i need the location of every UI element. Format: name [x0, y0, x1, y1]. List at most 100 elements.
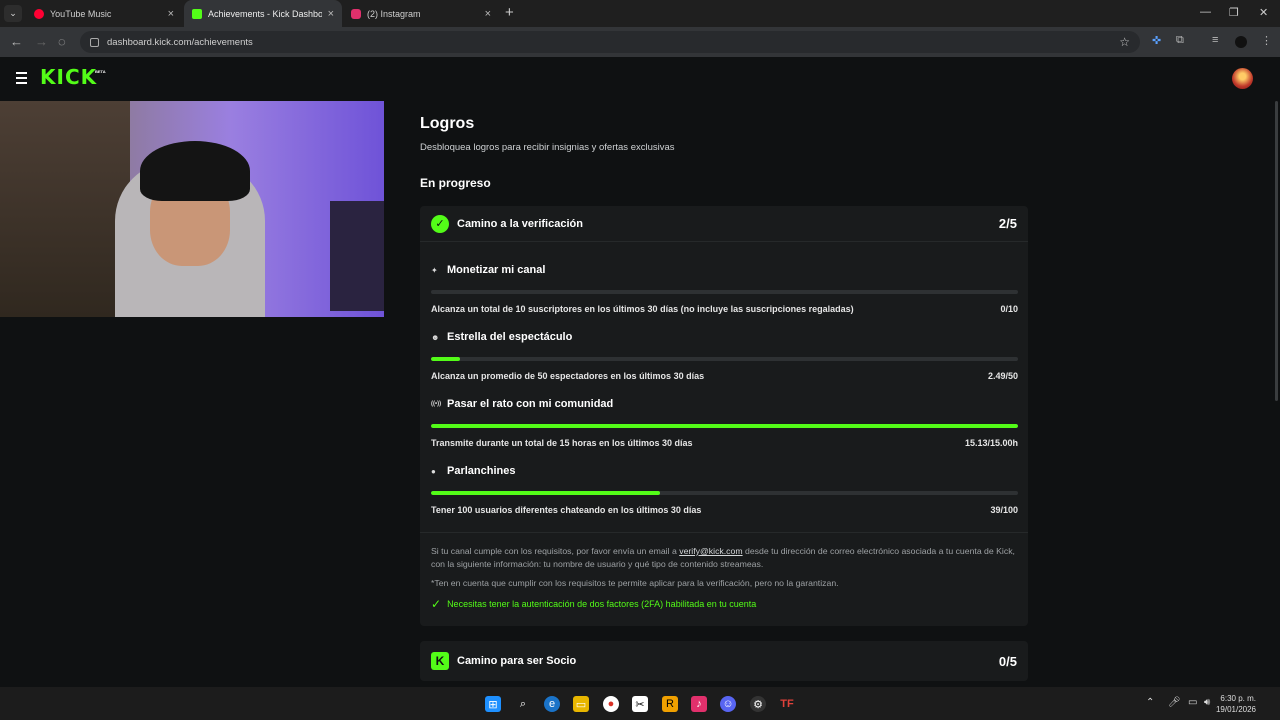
address-bar[interactable]: dashboard.kick.com/achievements ☆	[80, 31, 1140, 53]
user-avatar[interactable]	[1232, 68, 1253, 89]
extension-icon[interactable]: ✜	[1152, 34, 1161, 47]
task-description: Alcanza un total de 10 suscriptores en l…	[431, 304, 854, 314]
clock-time: 6:30 p. m.	[1220, 694, 1256, 703]
progress-bar	[431, 491, 1018, 495]
webcam-overlay	[0, 101, 384, 317]
close-icon[interactable]: ×	[328, 8, 334, 20]
task-progress: 0/10	[1000, 304, 1018, 314]
system-clock[interactable]: 6:30 p. m. 19/01/2026	[1216, 693, 1256, 715]
search-icon[interactable]: ⌕	[515, 696, 531, 712]
twofa-text: Necesitas tener la autenticación de dos …	[447, 599, 757, 609]
loading-icon[interactable]: ◌	[58, 34, 66, 49]
minimize-button[interactable]: —	[1200, 6, 1211, 18]
settings-gear-icon[interactable]: ⚙	[750, 696, 766, 712]
close-icon[interactable]: ×	[485, 8, 491, 20]
volume-icon[interactable]: 🔊︎	[1204, 697, 1210, 708]
tab-label: (2) Instagram	[367, 8, 421, 19]
bookmark-star-icon[interactable]: ☆	[1119, 35, 1130, 49]
tab-youtube-music[interactable]: YouTube Music ×	[26, 0, 182, 27]
task-monetize: ✦ Monetizar mi canal Alcanza un total de…	[431, 263, 1018, 314]
chrome-icon[interactable]: ●	[603, 696, 619, 712]
discord-icon[interactable]: ☺	[720, 696, 736, 712]
new-tab-button[interactable]: +	[505, 4, 514, 21]
task-progress: 39/100	[990, 505, 1018, 515]
back-button[interactable]: ←	[10, 34, 23, 49]
card-title: Camino a la verificación	[457, 217, 583, 230]
verification-info: Si tu canal cumple con los requisitos, p…	[431, 545, 1021, 571]
progress-fill	[431, 357, 461, 361]
close-icon[interactable]: ×	[168, 8, 174, 20]
kick-favicon-icon	[192, 8, 202, 19]
page-subtitle: Desbloquea logros para recibir insignias…	[420, 142, 675, 153]
progress-fill	[431, 424, 1018, 428]
tab-kick-dashboard[interactable]: Achievements - Kick Dashboard ×	[184, 0, 342, 27]
extensions-puzzle-icon[interactable]: ⧉	[1176, 34, 1184, 47]
partner-card: K Camino para ser Socio 0/5	[420, 641, 1028, 681]
broadcast-icon: ((•))	[431, 401, 442, 407]
profile-avatar[interactable]	[1235, 36, 1247, 48]
kick-k-icon: K	[431, 652, 449, 670]
browser-toolbar: ← → ◌ dashboard.kick.com/achievements ☆	[0, 27, 1280, 57]
tiktok-icon[interactable]: ♪	[691, 696, 707, 712]
task-title: Monetizar mi canal	[447, 264, 546, 276]
info-text: Si tu canal cumple con los requisitos, p…	[431, 546, 680, 556]
tf-app-icon[interactable]: TF	[779, 696, 795, 712]
forward-button[interactable]: →	[35, 34, 48, 49]
verified-badge-icon: ✓	[431, 214, 449, 233]
windows-taskbar: ⊞ ⌕ e ▭ ● ✂ R ♪ ☺ ⚙ TF ⌃ 🎤︎ ▭ 🔊︎ 6:30 p.…	[0, 687, 1280, 720]
tab-label: Achievements - Kick Dashboard	[208, 8, 322, 19]
sparkle-icon: ✦	[431, 265, 438, 275]
verification-card: ✓ Camino a la verificación 2/5 ✦ Monetiz…	[420, 206, 1028, 626]
rockstar-icon[interactable]: R	[662, 696, 678, 712]
task-show-star: ☻ Estrella del espectáculo Alcanza un pr…	[431, 330, 1018, 381]
capcut-icon[interactable]: ✂	[632, 696, 648, 712]
task-title: Estrella del espectáculo	[447, 331, 573, 343]
restore-button[interactable]: ❐	[1229, 6, 1239, 19]
progress-fill	[431, 491, 660, 495]
tab-label: YouTube Music	[50, 8, 112, 19]
page-title: Logros	[420, 115, 475, 132]
verification-card-header[interactable]: ✓ Camino a la verificación 2/5	[420, 206, 1028, 242]
task-description: Transmite durante un total de 15 horas e…	[431, 438, 693, 448]
task-progress: 15.13/15.00h	[964, 438, 1018, 448]
clock-date: 19/01/2026	[1215, 705, 1256, 714]
section-in-progress: En progreso	[420, 176, 491, 190]
verify-email-link[interactable]: verify@kick.com	[679, 546, 742, 556]
tab-instagram[interactable]: (2) Instagram ×	[343, 0, 499, 27]
kick-header: KICK BETA	[0, 57, 1280, 101]
tab-search-button[interactable]: ⌄	[4, 5, 22, 22]
close-window-button[interactable]: ✕	[1259, 6, 1268, 19]
tray-overflow-icon[interactable]: ⌃	[1146, 697, 1154, 708]
task-title: Parlanchines	[447, 465, 516, 477]
edge-icon[interactable]: e	[544, 696, 560, 712]
check-icon: ✓	[431, 597, 442, 611]
task-chatters: ● Parlanchines Tener 100 usuarios difere…	[431, 464, 1018, 515]
youtube-music-icon	[34, 8, 44, 19]
divider	[420, 532, 1028, 533]
page-scrollbar[interactable]	[1275, 101, 1278, 401]
url-text: dashboard.kick.com/achievements	[107, 36, 253, 48]
instagram-icon	[351, 8, 361, 19]
partner-card-header[interactable]: K Camino para ser Socio 0/5	[420, 641, 1028, 681]
hamburger-menu-icon[interactable]	[16, 72, 27, 87]
progress-bar	[431, 424, 1018, 428]
kick-logo[interactable]: KICK	[40, 65, 97, 89]
card-title: Camino para ser Socio	[457, 655, 577, 667]
microphone-icon[interactable]: 🎤︎	[1168, 697, 1181, 708]
menu-kebab-icon[interactable]: ⋮	[1261, 34, 1272, 47]
browser-tab-bar: ⌄ YouTube Music × Achievements - Kick Da…	[0, 0, 1280, 27]
card-count: 0/5	[998, 653, 1017, 669]
twofa-requirement: ✓ Necesitas tener la autenticación de do…	[431, 597, 756, 611]
task-description: Tener 100 usuarios diferentes chateando …	[431, 505, 702, 515]
site-info-icon[interactable]	[90, 37, 99, 47]
verification-disclaimer: *Ten en cuenta que cumplir con los requi…	[431, 578, 839, 588]
task-description: Alcanza un promedio de 50 espectadores e…	[431, 371, 705, 381]
progress-bar	[431, 357, 1018, 361]
windows-start-icon[interactable]: ⊞	[485, 696, 501, 712]
beta-tag: BETA	[95, 69, 106, 74]
file-explorer-icon[interactable]: ▭	[573, 696, 589, 712]
network-icon[interactable]: ▭	[1188, 697, 1197, 708]
kick-dashboard: KICK BETA Logros Desbloquea logros para …	[0, 57, 1280, 687]
media-control-icon[interactable]: ≡	[1212, 34, 1218, 46]
task-hang-out: ((•)) Pasar el rato con mi comunidad Tra…	[431, 397, 1018, 448]
